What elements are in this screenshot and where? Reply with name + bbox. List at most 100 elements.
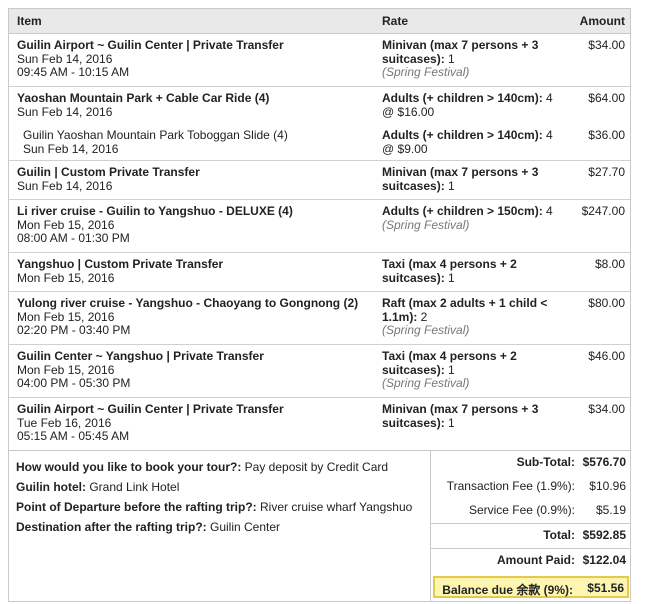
item-time: 05:15 AM - 05:45 AM: [17, 429, 130, 443]
item-date: Mon Feb 15, 2016: [17, 309, 115, 324]
amount-cell: $64.00: [588, 91, 625, 105]
question-label: Destination after the rafting trip?:: [16, 520, 207, 534]
rate-label: Minivan (max 7 persons + 3 suitcases):: [382, 402, 539, 430]
subtotal-value: $576.70: [582, 455, 626, 469]
amount-cell: $80.00: [588, 296, 625, 310]
rate-cell: Adults (+ children > 140cm): 4 @ $16.00: [382, 91, 560, 119]
item-time: 04:00 PM - 05:30 PM: [17, 376, 131, 390]
question-answer: River cruise wharf Yangshuo: [256, 500, 413, 514]
rate-cell: Adults (+ children > 140cm): 4 @ $9.00: [382, 128, 560, 156]
question-answer: Grand Link Hotel: [86, 480, 180, 494]
rate-label: Raft (max 2 adults + 1 child < 1.1m):: [382, 296, 548, 324]
table-row: Yaoshan Mountain Park + Cable Car Ride (…: [9, 87, 630, 124]
question-answer: Guilin Center: [206, 520, 281, 534]
item-cell: Li river cruise - Guilin to Yangshuo - D…: [17, 204, 372, 246]
question-label: How would you like to book your tour?:: [16, 460, 242, 474]
item-cell: Guilin | Custom Private Transfer Sun Feb…: [17, 165, 372, 193]
rate-quantity: 2: [417, 309, 428, 324]
transaction-fee-label: Transaction Fee (1.9%):: [446, 479, 575, 493]
table-row: Guilin Airport ~ Guilin Center | Private…: [9, 34, 630, 87]
totals-panel: Sub-Total: $576.70 Transaction Fee (1.9%…: [430, 451, 631, 601]
booking-summary-table: Item Rate Amount Guilin Airport ~ Guilin…: [8, 8, 631, 602]
item-cell: Yaoshan Mountain Park + Cable Car Ride (…: [17, 91, 372, 119]
subtotal-row: Sub-Total: $576.70: [431, 451, 631, 475]
column-header-item: Item: [17, 14, 42, 28]
subtotal-label: Sub-Total:: [516, 455, 575, 469]
balance-due-value: $51.56: [587, 581, 624, 595]
amount-cell: $27.70: [588, 165, 625, 179]
item-time: 08:00 AM - 01:30 PM: [17, 231, 130, 245]
service-fee-value: $5.19: [595, 503, 626, 517]
transaction-fee-row: Transaction Fee (1.9%): $10.96: [431, 475, 631, 499]
item-title: Guilin Airport ~ Guilin Center | Private…: [17, 38, 284, 52]
item-title: Guilin Yaoshan Mountain Park Toboggan Sl…: [23, 128, 288, 142]
item-date: Mon Feb 15, 2016: [17, 217, 115, 232]
rate-label: Adults (+ children > 140cm):: [382, 91, 543, 105]
total-label: Total:: [543, 528, 575, 542]
amount-cell: $36.00: [588, 128, 625, 142]
item-date: Sun Feb 14, 2016: [23, 141, 119, 156]
item-title: Yangshuo | Custom Private Transfer: [17, 257, 224, 271]
item-date: Tue Feb 16, 2016: [17, 415, 112, 430]
amount-cell: $247.00: [581, 204, 625, 218]
item-title: Guilin Airport ~ Guilin Center | Private…: [17, 402, 284, 416]
item-title: Li river cruise - Guilin to Yangshuo - D…: [17, 204, 293, 218]
item-title: Yaoshan Mountain Park + Cable Car Ride (…: [17, 91, 270, 105]
item-date: Mon Feb 15, 2016: [17, 270, 115, 285]
table-row: Guilin | Custom Private Transfer Sun Feb…: [9, 161, 630, 200]
column-header-amount: Amount: [579, 14, 625, 28]
item-title: Yulong river cruise - Yangshuo - Chaoyan…: [17, 296, 359, 310]
item-date: Mon Feb 15, 2016: [17, 362, 115, 377]
rate-cell: Taxi (max 4 persons + 2 suitcases): 1 (S…: [382, 349, 560, 391]
rate-quantity: 1: [444, 51, 455, 66]
rate-quantity: 1: [444, 415, 455, 430]
item-date: Sun Feb 14, 2016: [17, 104, 113, 119]
item-cell: Guilin Airport ~ Guilin Center | Private…: [17, 38, 372, 80]
question-row: Point of Departure before the rafting tr…: [16, 497, 426, 517]
question-answer: Pay deposit by Credit Card: [241, 460, 389, 474]
question-label: Point of Departure before the rafting tr…: [16, 500, 257, 514]
item-cell: Yulong river cruise - Yangshuo - Chaoyan…: [17, 296, 372, 338]
rate-cell: Adults (+ children > 150cm): 4 (Spring F…: [382, 204, 560, 232]
rate-cell: Taxi (max 4 persons + 2 suitcases): 1: [382, 257, 560, 285]
rate-note: (Spring Festival): [382, 376, 470, 390]
rate-cell: Minivan (max 7 persons + 3 suitcases): 1…: [382, 38, 560, 80]
item-title: Guilin | Custom Private Transfer: [17, 165, 200, 179]
rate-label: Minivan (max 7 persons + 3 suitcases):: [382, 38, 539, 66]
item-cell: Yangshuo | Custom Private Transfer Mon F…: [17, 257, 372, 285]
table-row: Yulong river cruise - Yangshuo - Chaoyan…: [9, 292, 630, 345]
service-fee-row: Service Fee (0.9%): $5.19: [431, 499, 631, 523]
table-header: Item Rate Amount: [9, 9, 630, 34]
service-fee-label: Service Fee (0.9%):: [468, 503, 575, 517]
question-label: Guilin hotel:: [16, 480, 86, 494]
item-cell: Guilin Yaoshan Mountain Park Toboggan Sl…: [23, 128, 378, 156]
item-time: 09:45 AM - 10:15 AM: [17, 65, 130, 79]
balance-due-label: Balance due 余款 (9%):: [442, 583, 573, 597]
rate-note: (Spring Festival): [382, 323, 470, 337]
rate-label: Adults (+ children > 140cm):: [382, 128, 543, 142]
item-cell: Guilin Center ~ Yangshuo | Private Trans…: [17, 349, 372, 391]
rate-cell: Minivan (max 7 persons + 3 suitcases): 1: [382, 402, 560, 430]
rate-cell: Raft (max 2 adults + 1 child < 1.1m): 2 …: [382, 296, 560, 338]
summary-footer: How would you like to book your tour?: P…: [9, 451, 631, 601]
table-row-addon: Guilin Yaoshan Mountain Park Toboggan Sl…: [9, 124, 630, 161]
booking-questions: How would you like to book your tour?: P…: [16, 457, 426, 537]
question-row: How would you like to book your tour?: P…: [16, 457, 426, 477]
amount-paid-row: Amount Paid: $122.04: [431, 549, 631, 573]
amount-cell: $34.00: [588, 38, 625, 52]
item-date: Sun Feb 14, 2016: [17, 178, 113, 193]
table-row: Li river cruise - Guilin to Yangshuo - D…: [9, 200, 630, 253]
item-title: Guilin Center ~ Yangshuo | Private Trans…: [17, 349, 264, 363]
amount-cell: $46.00: [588, 349, 625, 363]
item-time: 02:20 PM - 03:40 PM: [17, 323, 131, 337]
table-row: Guilin Airport ~ Guilin Center | Private…: [9, 398, 630, 451]
item-cell: Guilin Airport ~ Guilin Center | Private…: [17, 402, 372, 444]
table-row: Guilin Center ~ Yangshuo | Private Trans…: [9, 345, 630, 398]
balance-due-highlight: Balance due 余款 (9%): $51.56: [433, 576, 629, 598]
rate-note: (Spring Festival): [382, 217, 470, 232]
amount-paid-value: $122.04: [582, 553, 626, 567]
rate-quantity: 1: [444, 362, 455, 377]
transaction-fee-value: $10.96: [589, 479, 626, 493]
total-row: Total: $592.85: [431, 524, 631, 548]
column-header-rate: Rate: [382, 14, 409, 28]
